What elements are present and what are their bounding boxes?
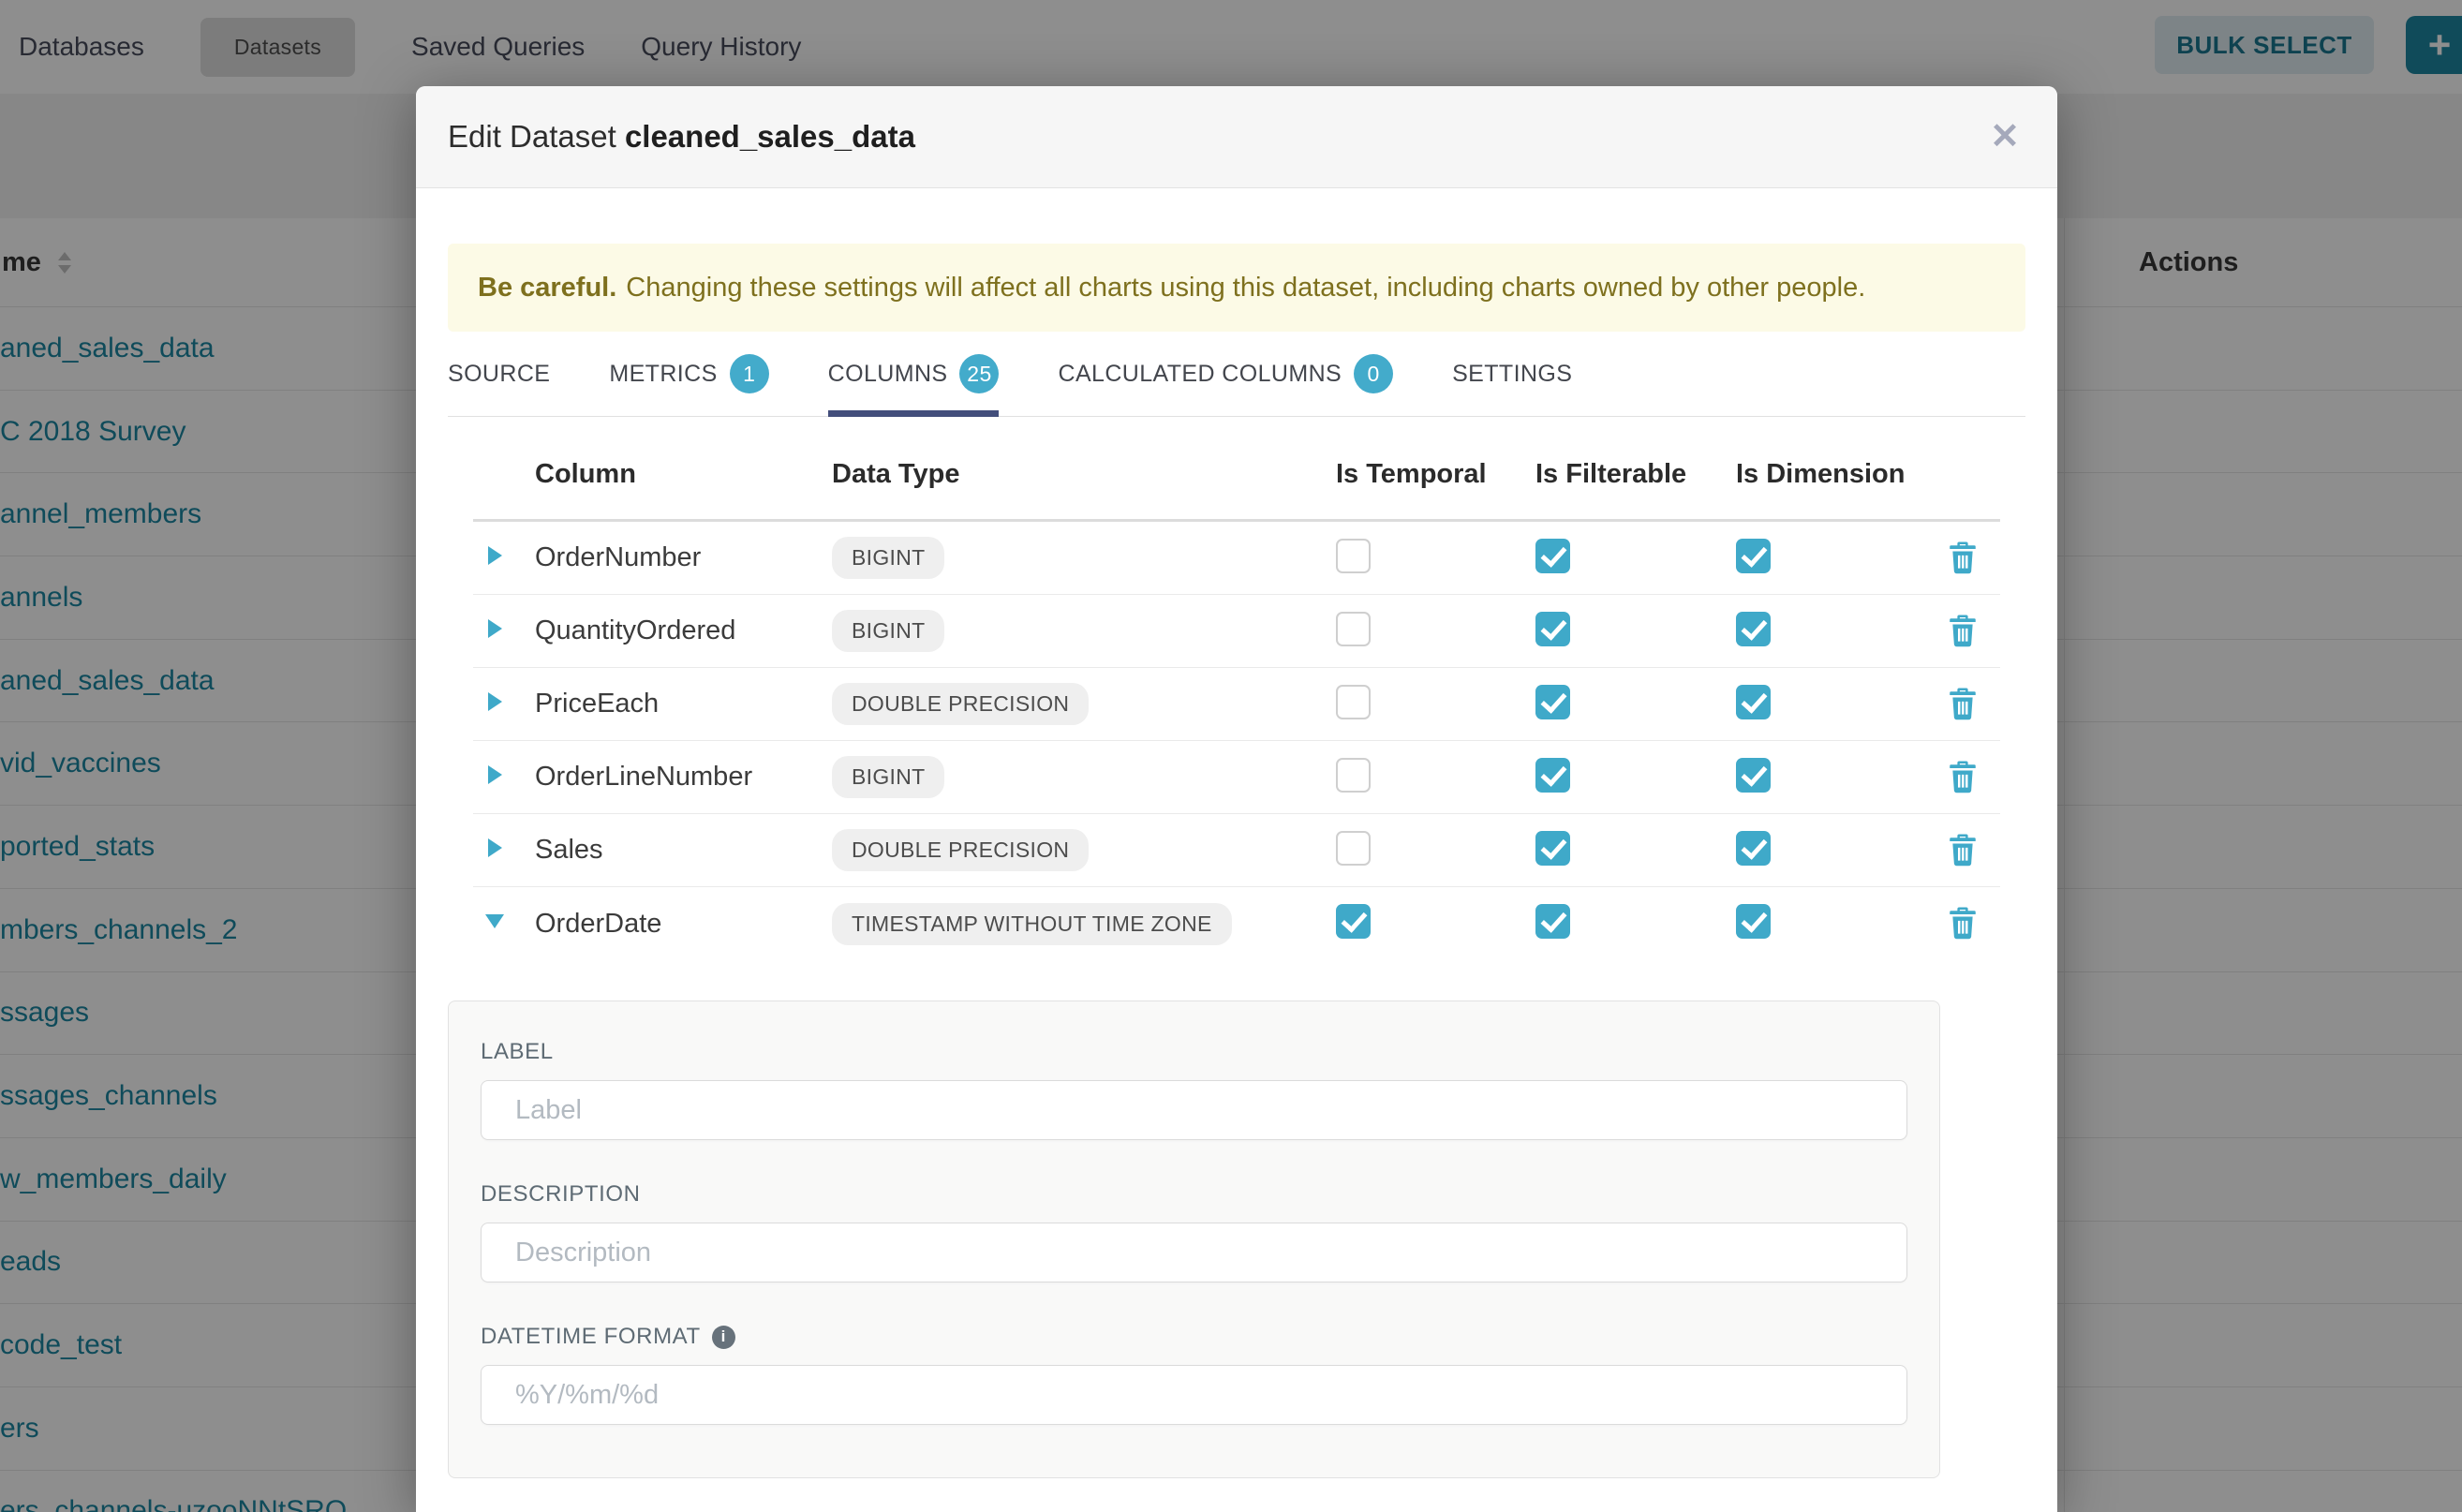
warning-banner: Be careful. Changing these settings will… (448, 244, 2025, 332)
is-filterable-checkbox[interactable] (1535, 539, 1570, 573)
is-dimension-checkbox[interactable] (1736, 539, 1771, 573)
tab-calculated-columns[interactable]: CALCULATED COLUMNS 0 (1058, 332, 1393, 416)
is-temporal-checkbox[interactable] (1336, 612, 1371, 646)
is-filterable-checkbox[interactable] (1535, 758, 1570, 793)
column-name: OrderDate (535, 909, 832, 940)
header-is-temporal: Is Temporal (1336, 459, 1535, 490)
edit-dataset-modal: Edit Dataset cleaned_sales_data ✕ Be car… (416, 86, 2057, 1512)
modal-title-dataset-name: cleaned_sales_data (625, 119, 915, 154)
is-dimension-checkbox[interactable] (1736, 904, 1771, 939)
tab-metrics[interactable]: METRICS 1 (609, 332, 768, 416)
column-row: OrderLineNumber BIGINT (473, 741, 2000, 814)
columns-count-badge: 25 (959, 354, 999, 393)
screen: Databases Datasets Saved Queries Query H… (0, 0, 2462, 1512)
column-name: PriceEach (535, 689, 832, 719)
is-filterable-checkbox[interactable] (1535, 904, 1570, 939)
is-temporal-checkbox[interactable] (1336, 539, 1371, 573)
modal-header: Edit Dataset cleaned_sales_data ✕ (416, 86, 2057, 188)
modal-tabs: SOURCE METRICS 1 COLUMNS 25 CALCULATED C… (448, 332, 2025, 417)
tab-settings[interactable]: SETTINGS (1452, 332, 1572, 416)
label-field-label: LABEL (481, 1039, 1907, 1065)
close-icon[interactable]: ✕ (1990, 119, 2020, 155)
data-type-pill: TIMESTAMP WITHOUT TIME ZONE (832, 903, 1232, 945)
is-filterable-checkbox[interactable] (1535, 612, 1570, 646)
delete-icon[interactable] (1949, 688, 1977, 721)
header-is-dimension: Is Dimension (1736, 459, 1925, 490)
is-dimension-checkbox[interactable] (1736, 758, 1771, 793)
expand-caret-icon[interactable] (488, 838, 502, 857)
modal-title: Edit Dataset cleaned_sales_data (448, 119, 915, 155)
expand-caret-icon[interactable] (488, 765, 502, 784)
is-temporal-checkbox[interactable] (1336, 758, 1371, 793)
column-name: QuantityOrdered (535, 615, 832, 646)
expand-caret-icon[interactable] (488, 692, 502, 711)
column-name: Sales (535, 835, 832, 866)
calculated-columns-count-badge: 0 (1354, 354, 1393, 393)
warning-bold-text: Be careful. (478, 273, 616, 304)
data-type-pill: BIGINT (832, 610, 944, 652)
is-filterable-checkbox[interactable] (1535, 685, 1570, 719)
column-name: OrderLineNumber (535, 762, 832, 793)
warning-text: Changing these settings will affect all … (626, 273, 1865, 304)
delete-icon[interactable] (1949, 541, 1977, 575)
description-field-label: DESCRIPTION (481, 1181, 1907, 1208)
column-detail-panel: LABEL DESCRIPTION DATETIME FORMAT i (448, 1001, 1940, 1478)
column-row: QuantityOrdered BIGINT (473, 595, 2000, 668)
is-dimension-checkbox[interactable] (1736, 831, 1771, 866)
header-is-filterable: Is Filterable (1535, 459, 1736, 490)
header-data-type: Data Type (832, 459, 1336, 490)
is-temporal-checkbox[interactable] (1336, 831, 1371, 866)
column-row: OrderNumber BIGINT (473, 522, 2000, 595)
delete-icon[interactable] (1949, 761, 1977, 794)
modal-title-prefix: Edit Dataset (448, 119, 616, 154)
expand-caret-icon[interactable] (488, 546, 502, 565)
is-dimension-checkbox[interactable] (1736, 685, 1771, 719)
label-input[interactable] (481, 1080, 1907, 1140)
tab-columns[interactable]: COLUMNS 25 (828, 332, 1000, 416)
is-temporal-checkbox[interactable] (1336, 904, 1371, 939)
column-row: Sales DOUBLE PRECISION (473, 814, 2000, 887)
info-icon[interactable]: i (712, 1326, 735, 1349)
is-dimension-checkbox[interactable] (1736, 612, 1771, 646)
metrics-count-badge: 1 (730, 354, 769, 393)
datetime-format-field-label: DATETIME FORMAT i (481, 1324, 1907, 1350)
is-temporal-checkbox[interactable] (1336, 685, 1371, 719)
header-column: Column (535, 459, 832, 490)
delete-icon[interactable] (1949, 907, 1977, 941)
datetime-format-input[interactable] (481, 1365, 1907, 1425)
column-name: OrderNumber (535, 542, 832, 573)
delete-icon[interactable] (1949, 615, 1977, 648)
column-row-expanded: OrderDate TIMESTAMP WITHOUT TIME ZONE (473, 887, 2000, 960)
columns-table: Column Data Type Is Temporal Is Filterab… (473, 417, 2000, 960)
collapse-caret-icon[interactable] (485, 914, 504, 928)
column-row: PriceEach DOUBLE PRECISION (473, 668, 2000, 741)
columns-table-header: Column Data Type Is Temporal Is Filterab… (473, 417, 2000, 522)
data-type-pill: BIGINT (832, 756, 944, 798)
expand-caret-icon[interactable] (488, 619, 502, 638)
description-input[interactable] (481, 1223, 1907, 1282)
data-type-pill: BIGINT (832, 537, 944, 579)
data-type-pill: DOUBLE PRECISION (832, 829, 1089, 871)
tab-source[interactable]: SOURCE (448, 332, 550, 416)
is-filterable-checkbox[interactable] (1535, 831, 1570, 866)
delete-icon[interactable] (1949, 834, 1977, 867)
data-type-pill: DOUBLE PRECISION (832, 683, 1089, 725)
